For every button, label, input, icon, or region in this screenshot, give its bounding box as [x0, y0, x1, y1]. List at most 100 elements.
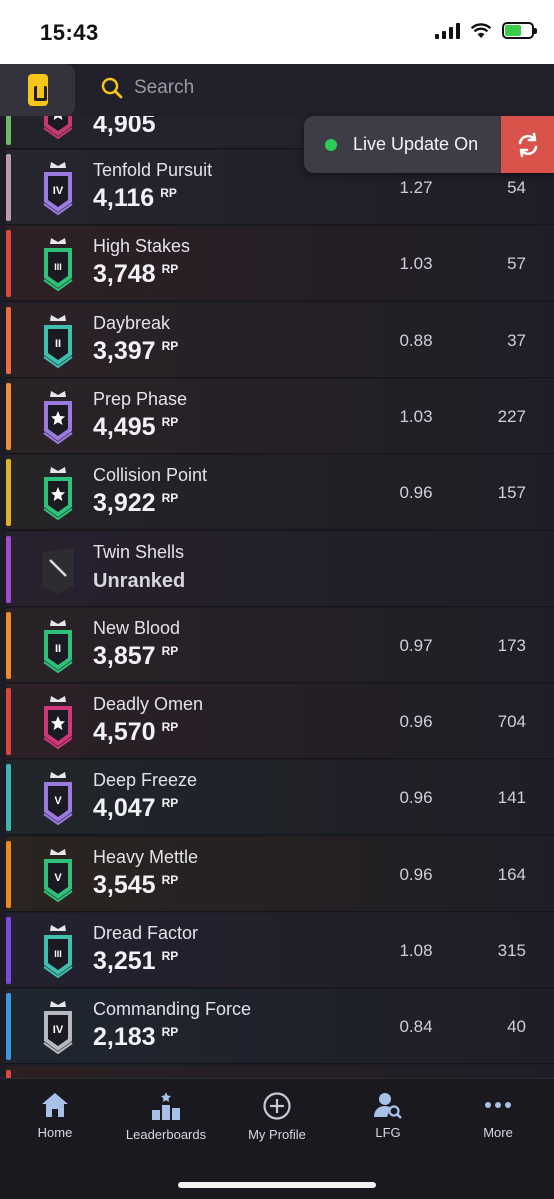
app-logo[interactable] — [0, 64, 75, 116]
search-bar[interactable]: Search — [100, 76, 194, 100]
list-item[interactable]: III Dread Factor 3,251 RP 1.08 315 — [6, 913, 554, 988]
kd-ratio: 0.96 — [399, 864, 433, 884]
matches-count: 315 — [497, 941, 526, 960]
search-input[interactable]: Search — [134, 77, 194, 99]
player-list[interactable]: 4,905 IV Tenfold Pursuit 4,116 RP 1.27 54 III H… — [0, 116, 554, 1078]
matches-count: 40 — [507, 1017, 526, 1037]
list-item[interactable]: IV Commanding Force 2,183 RP 0.84 40 — [6, 989, 554, 1065]
svg-text:V: V — [54, 795, 62, 807]
rp-unit: RP — [161, 720, 179, 735]
live-update-toggle[interactable]: Live Update On — [304, 116, 554, 173]
svg-text:IV: IV — [53, 1024, 64, 1036]
nav-my-profile[interactable]: My Profile — [222, 1091, 332, 1142]
row-accent — [6, 306, 11, 374]
rp-value: 3,397 RP — [93, 337, 178, 366]
rp-unit: RP — [161, 491, 179, 506]
nav-leaderboards[interactable]: Leaderboards — [111, 1091, 221, 1142]
rp-value: 4,116 RP — [93, 184, 177, 213]
list-item[interactable]: II Daybreak 3,397 RP 0.88 37 — [6, 302, 554, 378]
list-item[interactable]: III High Stakes 3,748 RP 1.03 57 — [6, 226, 554, 302]
nav-lfg[interactable]: LFG — [333, 1091, 443, 1140]
leaderboards-icon — [152, 1092, 180, 1120]
rp-number: 3,748 — [93, 260, 156, 289]
list-item[interactable]: V Heavy Mettle 3,545 RP 0.96 164 — [6, 836, 554, 912]
rp-unit: RP — [161, 872, 179, 887]
rank-badge-icon: II — [43, 314, 73, 368]
list-item[interactable]: Deadly Omen 4,570 RP 0.96 704 — [6, 684, 554, 760]
status-bar: 15:43 — [0, 0, 554, 64]
rank-badge-icon: V — [43, 772, 73, 826]
svg-text:V: V — [54, 872, 62, 884]
player-name: Heavy Mettle — [93, 846, 199, 867]
row-accent — [6, 764, 11, 832]
player-name: Prep Phase — [93, 388, 188, 409]
svg-text:III: III — [54, 262, 62, 272]
list-item[interactable]: Twin Shells Unranked — [6, 531, 554, 607]
search-icon — [101, 77, 123, 99]
rp-unit: RP — [161, 262, 179, 277]
rp-unit: RP — [161, 414, 179, 429]
kd-ratio: 0.96 — [399, 788, 433, 808]
bottom-navigation: Home Leaderboards My Profile LFG More — [0, 1078, 554, 1199]
matches-count: 173 — [497, 635, 526, 655]
nav-more[interactable]: More — [443, 1091, 553, 1140]
player-name: Collision Point — [93, 465, 208, 486]
matches-count: 141 — [497, 788, 526, 808]
rp-value: 3,545 RP — [93, 871, 178, 900]
list-item[interactable]: Prep Phase 4,495 RP 1.03 227 — [6, 378, 554, 454]
list-item[interactable]: II New Blood 3,857 RP 0.97 173 — [6, 607, 554, 683]
rank-badge-icon — [43, 467, 73, 521]
refresh-button[interactable] — [501, 116, 554, 173]
kd-ratio: 1.03 — [399, 406, 433, 426]
rank-badge-icon — [42, 547, 74, 594]
rp-number: 4,495 — [93, 412, 156, 441]
rp-value: 3,922 RP — [93, 489, 178, 518]
wifi-icon — [470, 22, 492, 38]
rank-badge-icon — [43, 390, 73, 445]
player-name: Commanding Force — [93, 999, 252, 1020]
rp-value: 4,905 — [93, 116, 156, 138]
list-item[interactable]: Collision Point 3,922 RP 0.96 157 — [6, 455, 554, 531]
kd-ratio: 0.96 — [399, 712, 433, 732]
player-name: Daybreak — [93, 312, 171, 333]
svg-text:II: II — [55, 338, 61, 350]
matches-count: 57 — [507, 254, 526, 274]
nav-lfg-label: LFG — [375, 1125, 401, 1140]
live-update-label: Live Update On — [353, 134, 479, 154]
matches-count: 157 — [497, 483, 526, 503]
kd-ratio: 0.88 — [399, 330, 433, 350]
add-circle-icon — [263, 1092, 291, 1120]
rp-unit: RP — [161, 949, 179, 963]
kd-ratio: 0.96 — [399, 483, 433, 503]
svg-text:III: III — [54, 949, 62, 959]
list-item[interactable]: V Deep Freeze 4,047 RP 0.96 141 — [6, 760, 554, 836]
rp-unit: RP — [161, 643, 179, 658]
rp-unit: RP — [160, 186, 177, 200]
rank-status: Unranked — [93, 569, 186, 592]
live-status-dot — [325, 139, 337, 151]
player-name: New Blood — [93, 617, 181, 638]
rp-value: 4,570 RP — [93, 718, 178, 747]
row-accent — [6, 116, 11, 145]
rp-value: 3,251 RP — [93, 947, 178, 976]
rp-number: 3,545 — [93, 870, 156, 899]
kd-ratio: 0.97 — [399, 635, 433, 655]
list-item-partial[interactable] — [6, 1065, 554, 1078]
player-name: Dread Factor — [93, 923, 199, 943]
rp-number: 3,857 — [93, 641, 156, 670]
nav-my-profile-label: My Profile — [248, 1127, 306, 1142]
rp-number: 3,922 — [93, 489, 156, 518]
rp-number: 3,251 — [93, 947, 156, 975]
app-header: Search — [0, 64, 554, 116]
rp-value: 3,857 RP — [93, 642, 178, 671]
r6-logo-icon — [27, 74, 48, 106]
row-accent — [6, 230, 11, 298]
refresh-icon — [518, 132, 537, 157]
player-name: Deadly Omen — [93, 694, 204, 715]
row-accent — [6, 688, 11, 756]
row-accent — [6, 611, 11, 679]
rp-unit: RP — [161, 796, 179, 811]
rp-number: 4,116 — [93, 184, 155, 212]
kd-ratio: 1.27 — [399, 178, 433, 197]
nav-home[interactable]: Home — [0, 1091, 110, 1140]
